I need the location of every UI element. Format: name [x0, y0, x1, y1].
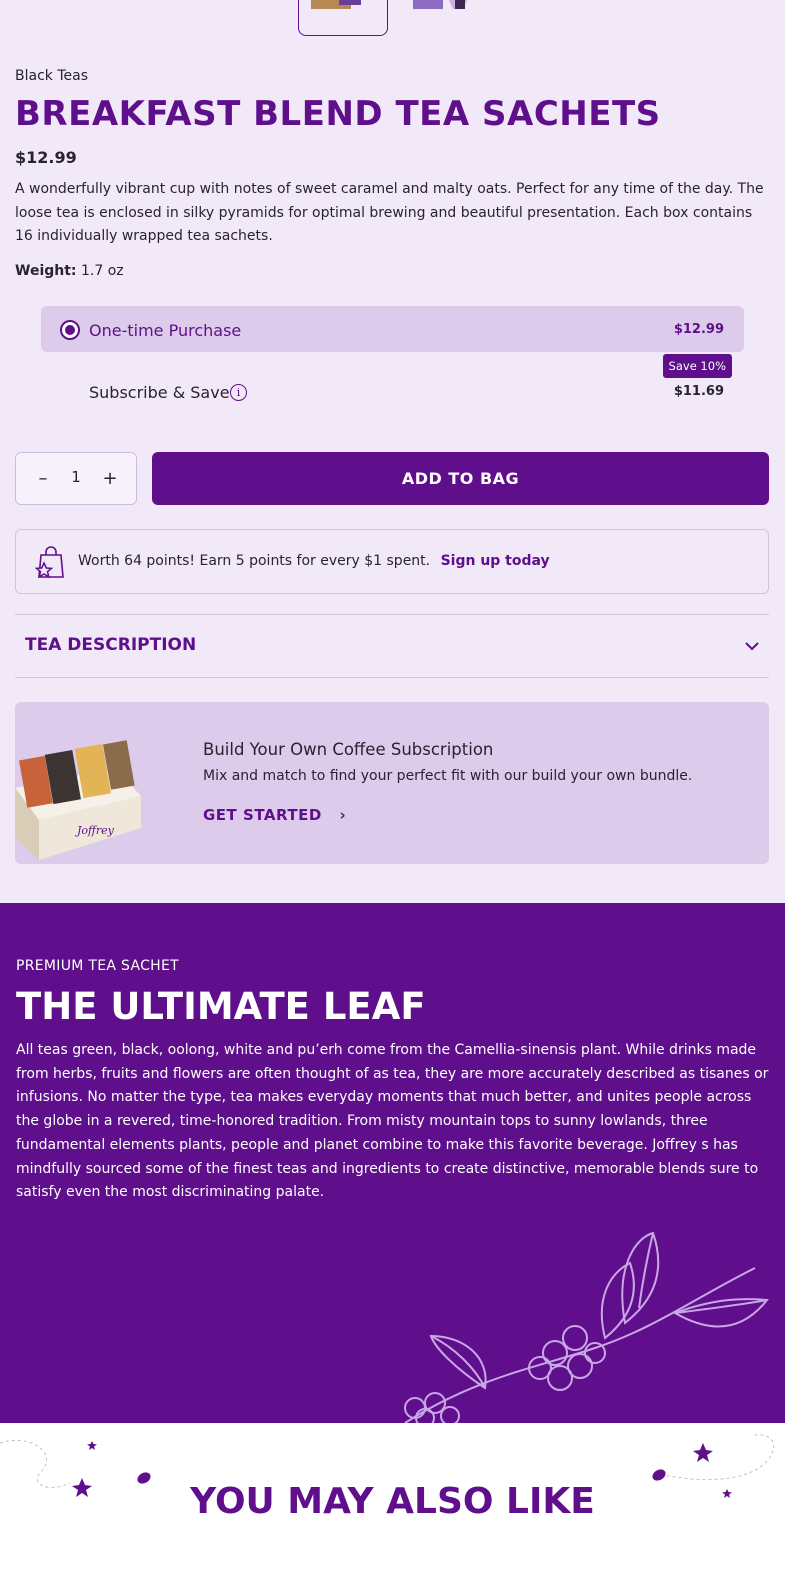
leaf-body: All teas green, black, oolong, white and… [16, 1042, 769, 1201]
leaf-title: THE ULTIMATE LEAF [16, 985, 426, 1028]
tea-plant-illustration [404, 1231, 769, 1423]
you-may-also-like-section: YOU MAY ALSO LIKE [0, 1423, 785, 1569]
promo-subtitle: Mix and match to find your perfect fit w… [203, 768, 693, 784]
subscribe-label: Subscribe & Save [89, 383, 230, 402]
leaf-eyebrow: PREMIUM TEA SACHET [16, 958, 180, 974]
save-badge: Save 10% [662, 354, 732, 378]
subscribe-price: $11.69 [673, 384, 724, 399]
get-started-label: GET STARTED [203, 806, 322, 824]
rewards-banner: Worth 64 points! Earn 5 points for every… [15, 529, 769, 594]
info-icon[interactable]: i [230, 384, 247, 401]
image-thumbnails [298, 0, 498, 36]
product-weight: Weight: 1.7 oz [15, 263, 124, 279]
ultimate-leaf-section: PREMIUM TEA SACHET THE ULTIMATE LEAF All… [0, 903, 785, 1423]
weight-value: 1.7 oz [80, 263, 124, 279]
option-subscribe-save[interactable]: Save 10% Subscribe & Save i $11.69 [41, 354, 744, 410]
chevron-right-icon: › [339, 806, 347, 824]
onetime-label: One-time Purchase [89, 321, 242, 340]
tea-description-accordion[interactable]: TEA DESCRIPTION [15, 614, 769, 678]
quantity-increase-button[interactable]: + [99, 467, 121, 491]
shopping-bag-star-icon [34, 546, 64, 579]
you-may-also-like-title: YOU MAY ALSO LIKE [190, 1481, 595, 1522]
subscription-promo: Joffrey Build Your Own Coffee Subscripti… [15, 702, 769, 864]
promo-title: Build Your Own Coffee Subscription [203, 740, 494, 759]
quantity-decrease-button[interactable]: – [32, 467, 54, 491]
onetime-radio[interactable] [60, 320, 80, 340]
weight-label: Weight: [15, 263, 77, 279]
rewards-message: Worth 64 points! Earn 5 points for every… [78, 553, 431, 569]
product-price: $12.99 [15, 148, 77, 167]
thumbnail-1[interactable] [298, 0, 388, 36]
rewards-text: Worth 64 points! Earn 5 points for every… [78, 553, 550, 569]
thumbnail-2[interactable] [408, 0, 498, 36]
chevron-down-icon [745, 642, 759, 651]
product-category: Black Teas [15, 68, 88, 84]
coffee-box-image: Joffrey [15, 740, 141, 860]
add-to-bag-button[interactable]: ADD TO BAG [152, 452, 769, 505]
sign-up-link[interactable]: Sign up today [441, 553, 550, 569]
quantity-stepper: – 1 + [15, 452, 137, 505]
svg-text:Joffrey: Joffrey [75, 824, 115, 837]
get-started-link[interactable]: GET STARTED › [203, 806, 346, 824]
onetime-price: $12.99 [673, 322, 724, 337]
product-title: BREAKFAST BLEND TEA SACHETS [15, 94, 661, 134]
option-onetime-purchase[interactable]: One-time Purchase $12.99 [41, 306, 744, 352]
quantity-value[interactable]: 1 [66, 468, 86, 486]
product-description: A wonderfully vibrant cup with notes of … [15, 181, 764, 244]
accordion-title: TEA DESCRIPTION [25, 635, 197, 655]
